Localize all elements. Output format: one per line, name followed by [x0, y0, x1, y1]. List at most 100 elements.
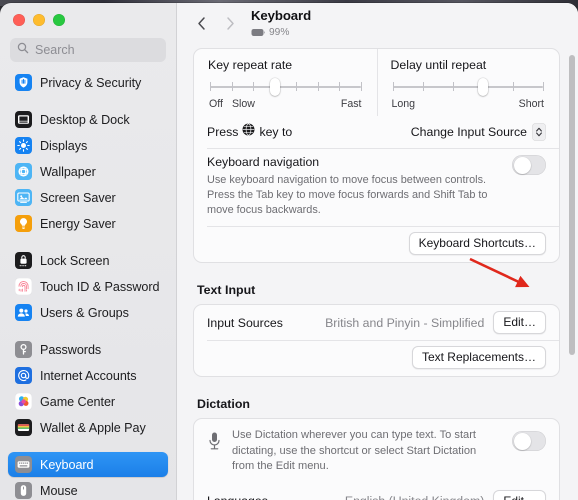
slider-tick [296, 82, 297, 91]
languages-label: Languages [207, 494, 268, 500]
slider-tick [317, 82, 319, 91]
sidebar-item-screen-saver[interactable]: Screen Saver [8, 185, 168, 210]
slider-thumb[interactable] [477, 78, 488, 96]
sidebar-nav-list: Privacy & Security Desktop & Dock Displays… [0, 70, 176, 500]
sidebar-item-touch-id-password[interactable]: Touch ID & Password [8, 274, 168, 299]
slider-track [210, 86, 361, 88]
text-input-group: Input Sources British and Pinyin - Simpl… [193, 304, 560, 378]
text-replacements-row: Text Replacements… [194, 340, 559, 376]
sidebar-item-label: Keyboard [40, 457, 94, 472]
zoom-button[interactable] [53, 13, 65, 26]
slider-tick [339, 82, 340, 91]
keyboard-shortcuts-button[interactable]: Keyboard Shortcuts… [408, 232, 546, 256]
search-input[interactable] [35, 43, 159, 57]
slider-thumb[interactable] [269, 78, 280, 96]
dictation-description: Use Dictation wherever you can type text… [232, 429, 477, 472]
dictation-heading: Dictation [197, 397, 251, 412]
sidebar-item-wallet-apple-pay[interactable]: Wallet & Apple Pay [8, 415, 168, 440]
sidebar-item-displays[interactable]: Displays [8, 133, 168, 158]
sidebar-item-mouse[interactable]: Mouse [8, 478, 168, 500]
sidebar-item-label: Game Center [40, 394, 116, 409]
sidebar-item-keyboard[interactable]: Keyboard [8, 452, 168, 477]
forward-button[interactable] [217, 13, 243, 39]
sidebar-search [0, 36, 176, 62]
globe-row-label-after: key to [259, 125, 293, 139]
sidebar-group-separator [8, 326, 168, 337]
toolbar-title-block: Keyboard 99% [251, 9, 311, 42]
close-button[interactable] [13, 13, 25, 26]
dictation-toggle[interactable] [512, 431, 546, 452]
energy-saver-icon [15, 215, 32, 232]
game-center-icon [15, 393, 32, 410]
desktop-dock-icon [15, 111, 32, 128]
chevron-updown-icon [532, 123, 546, 141]
change-input-source-popup[interactable]: Change Input Source [411, 123, 546, 141]
sidebar-item-label: Touch ID & Password [40, 279, 160, 294]
sidebar-item-internet-accounts[interactable]: Internet Accounts [8, 363, 168, 388]
mouse-icon [15, 482, 32, 499]
sidebar-item-wallpaper[interactable]: Wallpaper [8, 159, 168, 184]
toolbar: Keyboard 99% [177, 3, 578, 48]
slider-tick [360, 82, 362, 91]
dictation-languages-row: Languages English (United Kingdom) Edit… [194, 484, 559, 500]
touch-id-icon [15, 278, 32, 295]
dictation-group: Use Dictation wherever you can type text… [193, 418, 560, 500]
languages-edit-button[interactable]: Edit… [493, 489, 546, 500]
slider-tick [231, 82, 233, 91]
input-sources-edit-button[interactable]: Edit… [493, 311, 546, 335]
sidebar-item-passwords[interactable]: Passwords [8, 337, 168, 362]
sidebar-group-separator [8, 96, 168, 107]
key-repeat-rate-slider[interactable] [210, 78, 362, 96]
keyboard-navigation-description: Use keyboard navigation to move focus be… [207, 174, 488, 216]
content-scrollbar[interactable] [569, 55, 575, 355]
languages-value: English (United Kingdom) [345, 494, 484, 500]
sidebar-item-desktop-dock[interactable]: Desktop & Dock [8, 107, 168, 132]
sidebar-item-privacy-security[interactable]: Privacy & Security [8, 70, 168, 95]
back-button[interactable] [189, 13, 215, 39]
sidebar-item-label: Displays [40, 138, 88, 153]
sidebar-item-label: Privacy & Security [40, 75, 142, 90]
sidebar-item-label: Users & Groups [40, 305, 129, 320]
screen-saver-icon [15, 189, 32, 206]
slider-tick [253, 82, 254, 91]
sidebar-item-users-groups[interactable]: Users & Groups [8, 300, 168, 325]
sidebar-group-separator [8, 441, 168, 452]
keyboard-navigation-toggle[interactable] [512, 155, 546, 175]
search-box[interactable] [10, 38, 166, 62]
sidebar-item-lock-screen[interactable]: Lock Screen [8, 248, 168, 273]
slider-tick [512, 82, 514, 91]
battery-full-icon [251, 25, 266, 42]
battery-percent: 99% [269, 27, 290, 39]
globe-row-label-before: Press [207, 125, 239, 139]
caption-long: Long [391, 98, 416, 110]
sidebar-item-label: Wallpaper [40, 164, 96, 179]
display-icon [15, 137, 32, 154]
slider-track [392, 86, 543, 88]
sidebar-item-energy-saver[interactable]: Energy Saver [8, 211, 168, 236]
keyboard-navigation-label: Keyboard navigation [207, 155, 320, 169]
globe-key-icon [242, 123, 255, 141]
repeat-sliders: Key repeat rate Off Slow Fast Delay unti… [194, 49, 559, 116]
at-sign-icon [15, 367, 32, 384]
screenshot-root: Privacy & Security Desktop & Dock Displays… [0, 0, 578, 500]
key-repeat-captions: Off Slow Fast [208, 98, 363, 110]
keyboard-icon [15, 456, 32, 473]
sidebar-item-game-center[interactable]: Game Center [8, 389, 168, 414]
wallpaper-icon [15, 163, 32, 180]
dictation-description-row: Use Dictation wherever you can type text… [194, 419, 559, 484]
window-traffic-lights [0, 3, 176, 36]
delay-until-repeat-cell: Delay until repeat Long Short [376, 49, 560, 116]
caption-fast: Fast [340, 98, 362, 110]
sidebar-item-label: Mouse [40, 483, 78, 498]
globe-key-row: Press key to Change Input Source [194, 116, 559, 148]
delay-until-repeat-slider[interactable] [392, 78, 544, 96]
minimize-button[interactable] [33, 13, 45, 26]
keyboard-shortcuts-row: Keyboard Shortcuts… [194, 226, 559, 262]
caption-off: Off [209, 98, 223, 110]
caption-slow: Slow [231, 98, 255, 110]
keyboard-group: Key repeat rate Off Slow Fast Delay unti… [193, 48, 560, 264]
sidebar-item-label: Wallet & Apple Pay [40, 420, 146, 435]
text-replacements-button[interactable]: Text Replacements… [411, 346, 546, 370]
slider-tick [210, 82, 211, 91]
sidebar-item-label: Energy Saver [40, 216, 116, 231]
